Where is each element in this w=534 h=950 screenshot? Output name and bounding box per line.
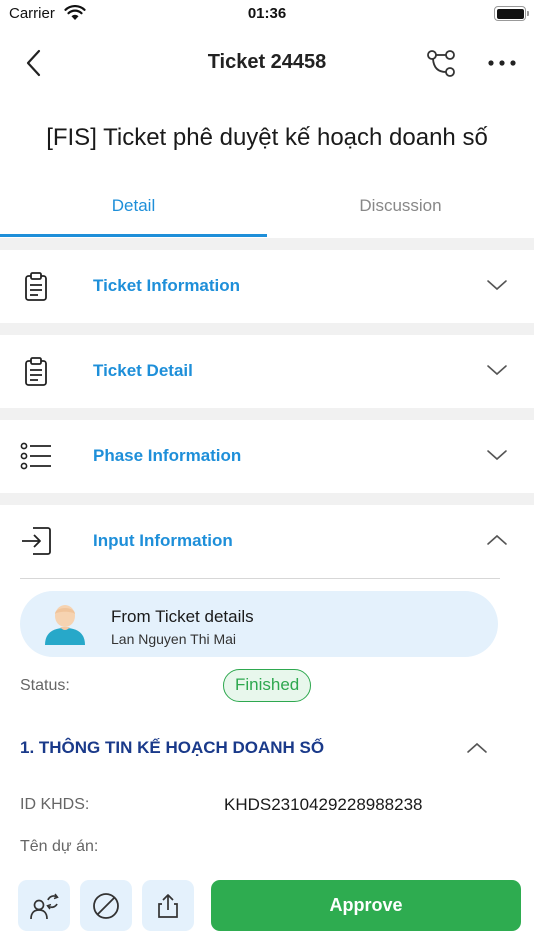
field-label-project-name: Tên dự án:	[20, 838, 99, 855]
nav-bar: Ticket 24458	[0, 38, 534, 86]
chevron-up-icon	[487, 534, 507, 545]
status-badge: Finished	[223, 669, 312, 702]
section-ticket-information[interactable]: Ticket Information	[0, 250, 534, 323]
section-separator	[0, 493, 534, 505]
reassign-user-icon	[30, 893, 59, 920]
requester-name: Lan Nguyen Thi Mai	[111, 631, 237, 647]
avatar	[45, 605, 85, 645]
battery-icon	[494, 6, 529, 21]
clipboard-icon	[25, 357, 47, 386]
section-separator	[0, 238, 534, 250]
tab-discussion[interactable]: Discussion	[267, 178, 534, 238]
more-icon[interactable]	[484, 46, 520, 80]
block-icon	[93, 893, 119, 919]
divider	[20, 578, 500, 579]
chevron-down-icon	[487, 280, 507, 291]
share-icon	[158, 894, 178, 918]
section-separator	[0, 323, 534, 335]
subsection-title: 1. THÔNG TIN KẾ HOẠCH DOANH SỐ	[20, 738, 325, 757]
reject-button[interactable]	[80, 880, 132, 931]
field-label-id-khds: ID KHDS:	[20, 796, 90, 813]
reassign-button[interactable]	[18, 880, 70, 931]
section-label: Input Information	[93, 531, 233, 550]
chevron-down-icon	[487, 450, 507, 461]
approve-button[interactable]: Approve	[211, 880, 521, 931]
action-bar: Approve	[0, 868, 534, 950]
clipboard-icon	[25, 272, 47, 301]
tab-bar: Detail Discussion	[0, 178, 534, 238]
section-label: Ticket Information	[93, 276, 241, 295]
from-ticket-title: From Ticket details	[111, 607, 254, 626]
clock: 01:36	[247, 5, 287, 22]
login-icon	[22, 527, 51, 555]
share-button[interactable]	[142, 880, 194, 931]
section-ticket-detail[interactable]: Ticket Detail	[0, 335, 534, 408]
status-label: Status:	[20, 677, 70, 694]
section-label: Phase Information	[93, 446, 242, 465]
list-icon	[20, 442, 51, 470]
from-ticket-card: From Ticket details Lan Nguyen Thi Mai	[20, 591, 498, 657]
chevron-down-icon	[487, 365, 507, 376]
section-label: Ticket Detail	[93, 361, 193, 380]
field-value-id-khds: KHDS2310429228988238	[224, 795, 423, 814]
workflow-icon[interactable]	[424, 46, 458, 80]
active-tab-indicator	[0, 234, 267, 237]
ticket-title: [FIS] Ticket phê duyệt kế hoạch doanh số	[46, 124, 488, 151]
tab-detail[interactable]: Detail	[0, 178, 267, 238]
section-phase-information[interactable]: Phase Information	[0, 420, 534, 493]
status-bar: Carrier 01:36	[0, 0, 534, 28]
section-separator	[0, 408, 534, 420]
section-input-information[interactable]: Input Information	[0, 505, 534, 578]
chevron-up-icon[interactable]	[466, 741, 488, 755]
